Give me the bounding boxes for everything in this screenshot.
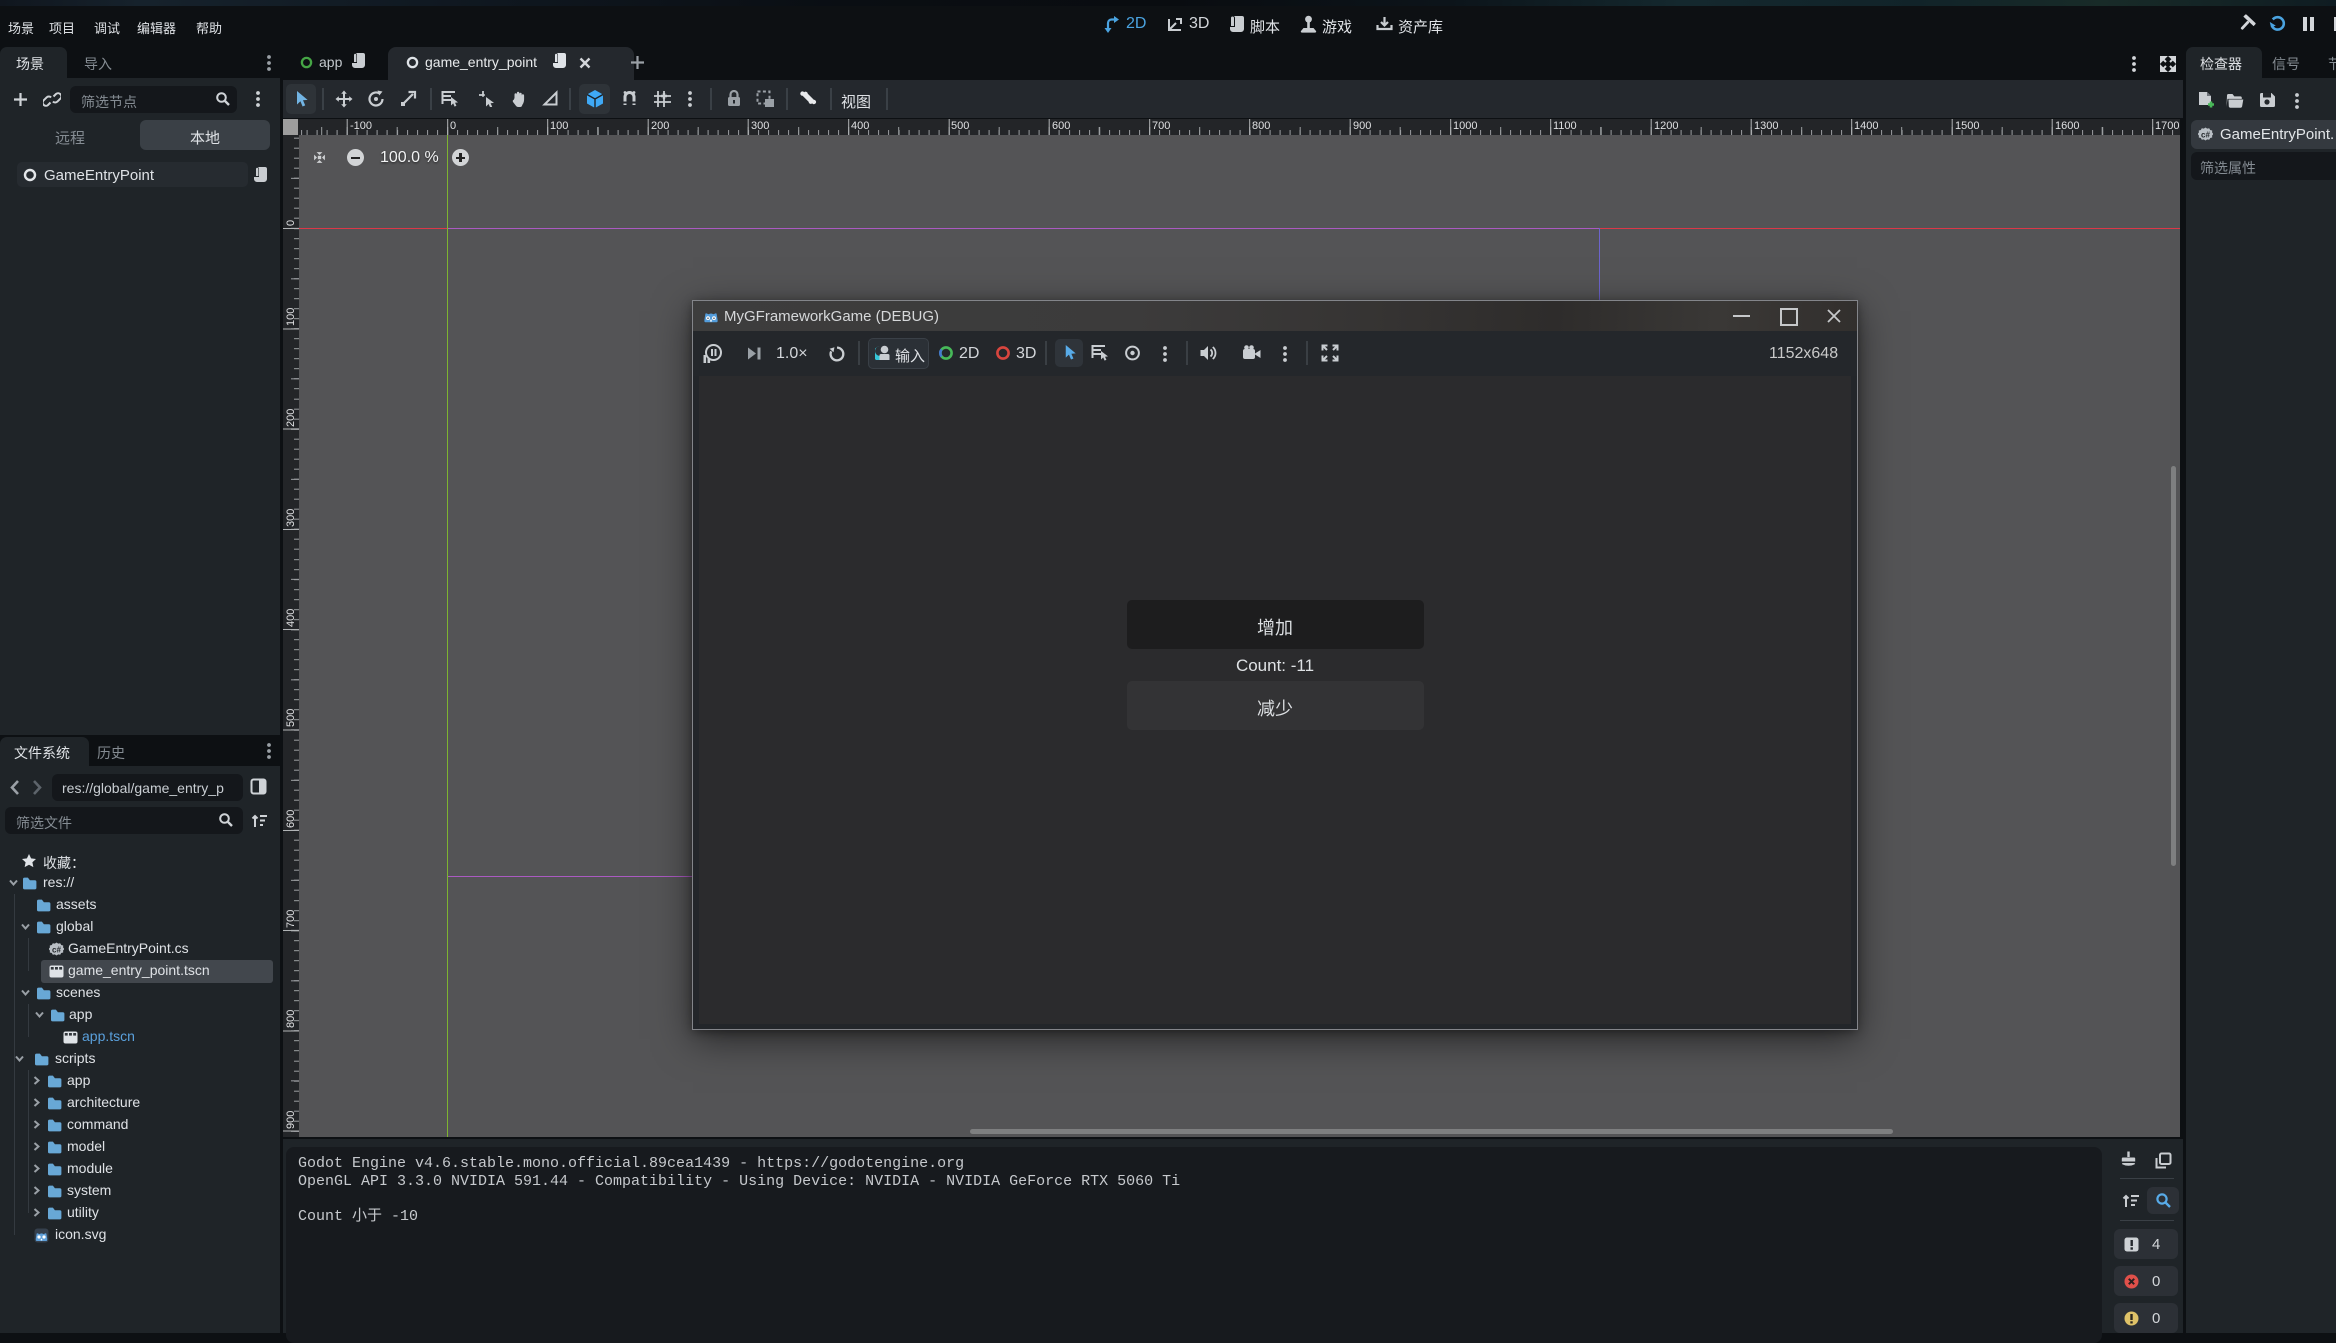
svg-text:c#: c# [52, 946, 61, 955]
svg-text:c#: c# [2201, 131, 2210, 140]
